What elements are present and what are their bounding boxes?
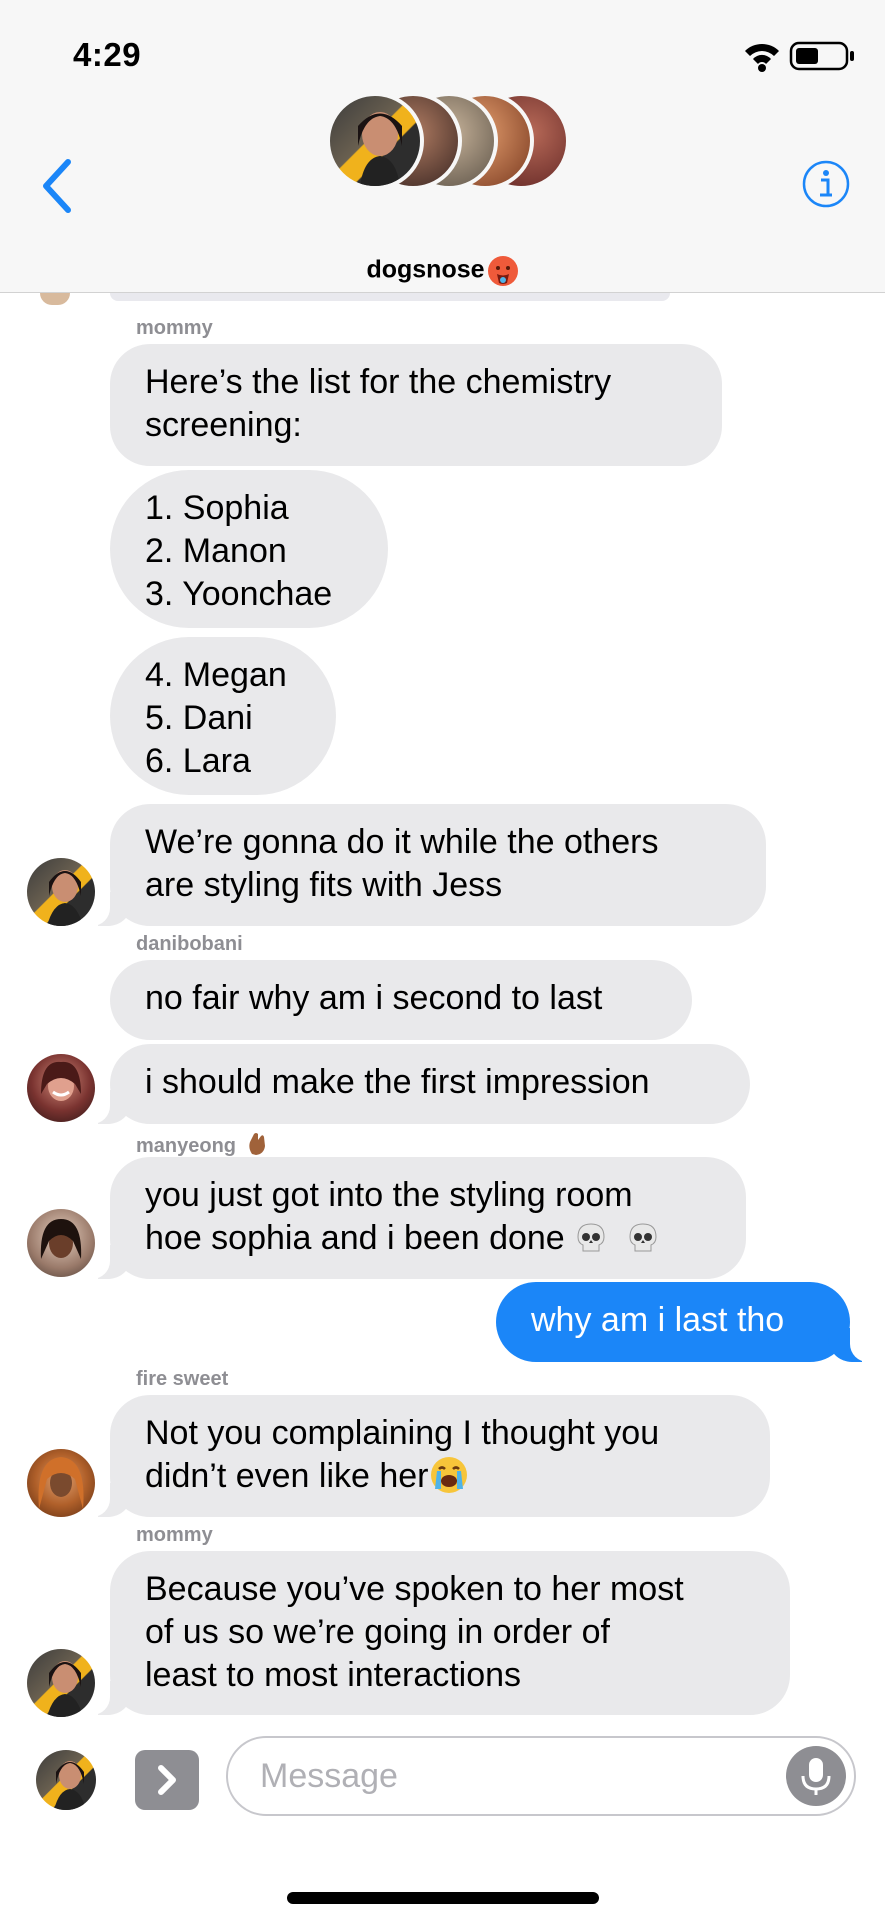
my-avatar[interactable] (36, 1750, 96, 1810)
message-bubble[interactable]: 1. Sophia 2. Manon 3. Yoonchae (110, 470, 388, 628)
person-photo-icon (358, 112, 402, 186)
message-bubble[interactable]: Not you complaining I thought you didn’t… (84, 1395, 770, 1517)
sender-label: mommy (136, 317, 213, 339)
sender-label: mommy (136, 1524, 213, 1546)
message-thread[interactable]: mommy Here’s the list for the chemistry … (0, 292, 885, 1720)
message-bubble[interactable]: Because you’ve spoken to her most of us … (84, 1551, 790, 1715)
message-placeholder: Message (260, 1757, 398, 1795)
sender-label: manyeong (136, 1130, 268, 1158)
microphone-icon (801, 1758, 831, 1795)
conversation-header: 4:29 dogsnose (0, 0, 885, 293)
compose-bar: Message (0, 1720, 885, 1920)
message-bubble[interactable]: 4. Megan 5. Dani 6. Lara (110, 637, 336, 795)
avatar-mommy[interactable] (27, 858, 95, 926)
message-bubble[interactable]: i should make the first impression (84, 1044, 750, 1124)
message-bubble[interactable]: no fair why am i second to last (110, 960, 692, 1040)
skull-emoji (577, 1223, 605, 1252)
crying-face-emoji (430, 1457, 467, 1493)
message-bubble-sent[interactable]: why am i last tho (496, 1282, 876, 1362)
avatar-manyeong[interactable] (27, 1209, 95, 1277)
group-title[interactable]: dogsnose (0, 255, 885, 287)
battery-icon (789, 41, 854, 71)
skull-emoji (629, 1223, 657, 1252)
sender-label: danibobani (136, 933, 243, 955)
back-chevron-icon[interactable] (38, 156, 78, 216)
hand-emoji (248, 1133, 265, 1155)
status-time: 4:29 (73, 36, 142, 73)
message-bubble[interactable]: you just got into the styling room hoe s… (84, 1157, 746, 1279)
message-bubble[interactable]: We’re gonna do it while the others are s… (84, 804, 766, 926)
avatar-danibobani[interactable] (27, 1054, 95, 1122)
expand-apps-button[interactable] (135, 1750, 199, 1810)
wifi-icon (745, 43, 779, 72)
sender-label: fire sweet (136, 1368, 229, 1390)
hot-face-emoji (487, 256, 518, 286)
home-indicator[interactable] (287, 1892, 599, 1904)
microphone-button[interactable] (786, 1746, 846, 1806)
chevron-right-icon (158, 1765, 176, 1795)
group-name: dogsnose (366, 255, 485, 284)
group-avatar-1 (326, 92, 424, 190)
info-icon[interactable] (801, 159, 851, 209)
group-avatars[interactable] (326, 92, 570, 190)
message-bubble[interactable]: Here’s the list for the chemistry screen… (110, 344, 722, 466)
status-icons (745, 41, 854, 72)
avatar-mommy[interactable] (27, 1649, 95, 1717)
message-input[interactable]: Message (226, 1736, 856, 1816)
avatar-fire-sweet[interactable] (27, 1449, 95, 1517)
